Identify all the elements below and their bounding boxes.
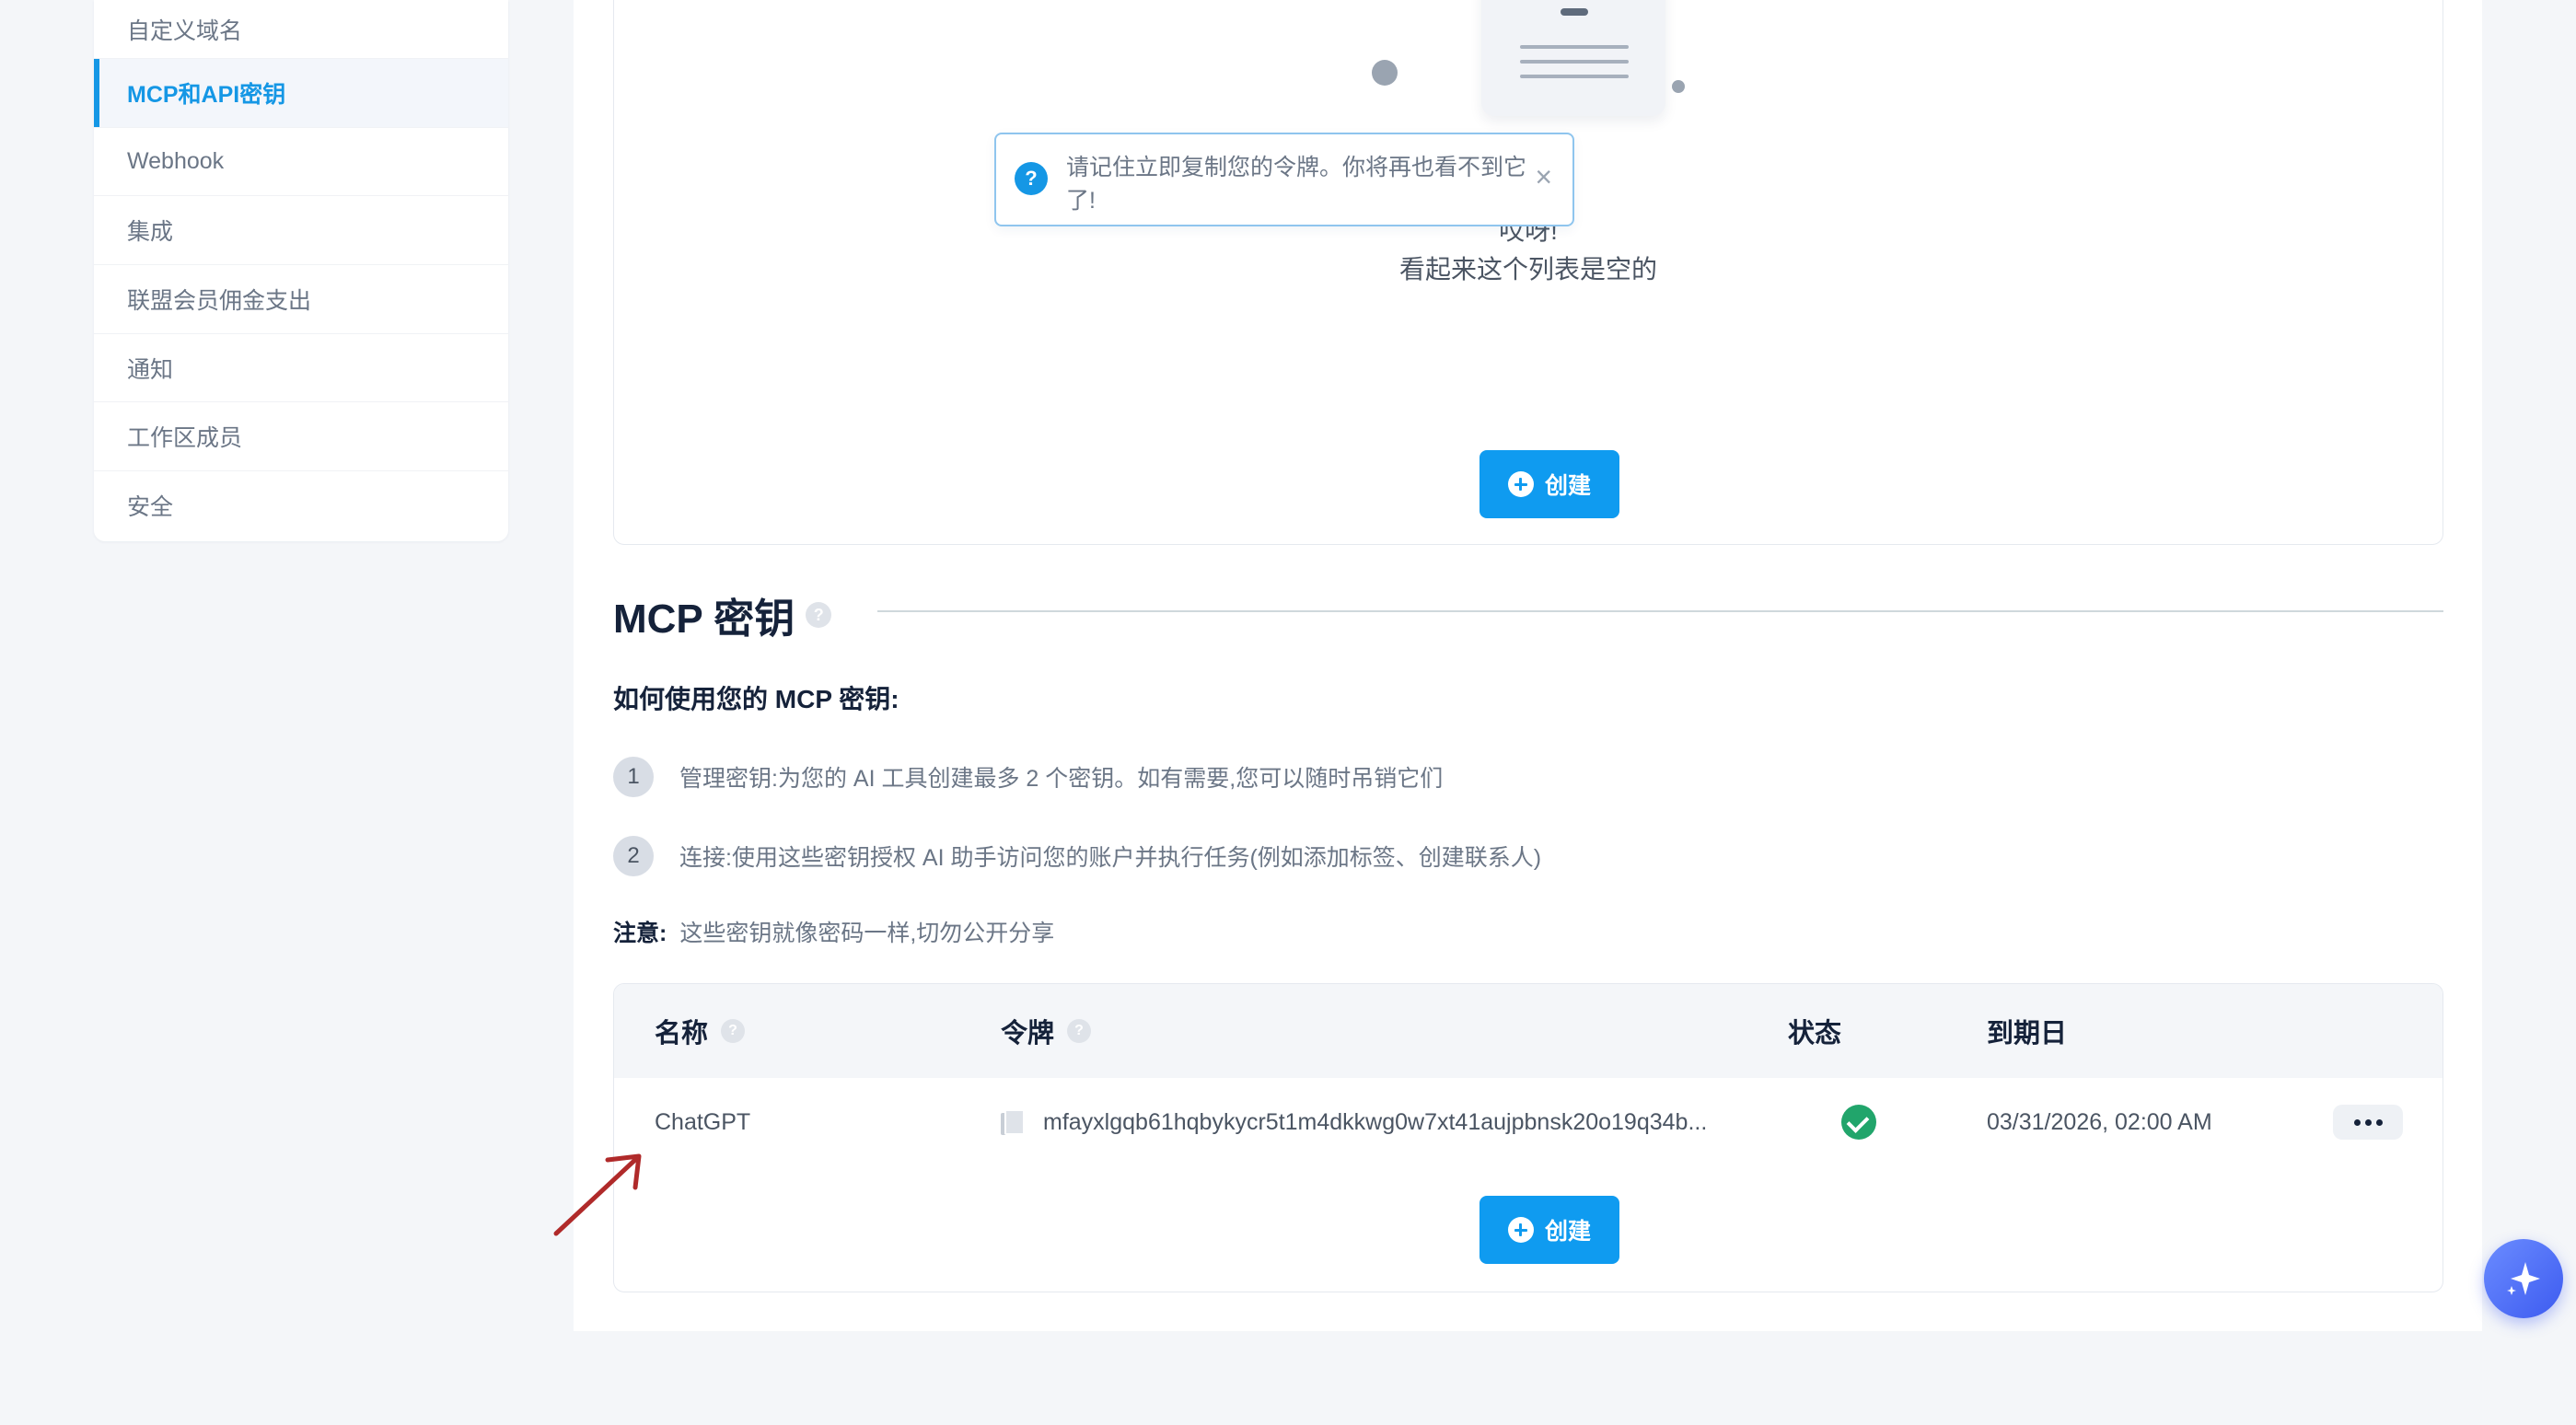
step-number: 1 [613,757,654,797]
token-value[interactable]: mfayxlgqb61hqbykycr5t1m4dkkwg0w7xt41aujp… [1043,1109,1707,1136]
sidebar-item-integrations[interactable]: 集成 [94,196,508,266]
sidebar-item-webhook[interactable]: Webhook [94,128,508,197]
more-options-button[interactable] [2333,1105,2403,1140]
table-header: 名称 ? 令牌 ? 状态 到期日 [614,984,2443,1078]
sidebar-item-custom-domain[interactable]: 自定义域名 [94,0,508,59]
mcp-section-title: MCP 密钥 ? [613,585,832,644]
sidebar-item-mcp-api-keys[interactable]: MCP和API密钥 [94,59,508,128]
step-number: 2 [613,836,654,876]
main-panel: 哎呀! 看起来这个列表是空的 创建 ? 请记住立即复制您的令牌。你将再也看不到它… [574,0,2482,1331]
section-divider [877,610,2443,612]
step-text: 连接:使用这些密钥授权 AI 助手访问您的账户并执行任务(例如添加标签、创建联系… [679,845,1542,871]
api-keys-card: 哎呀! 看起来这个列表是空的 创建 [613,0,2443,545]
column-header-token: 令牌 ? [1001,1012,1092,1050]
table-row: ChatGPT mfayxlgqb61hqbykycr5t1m4dkkwg0w7… [614,1078,2443,1166]
settings-sidebar: 自定义域名 MCP和API密钥 Webhook 集成 联盟会员佣金支出 通知 工… [94,0,508,541]
ai-assistant-button[interactable] [2484,1239,2563,1318]
empty-document-illustration [1481,0,1665,116]
plus-circle-icon [1507,1217,1534,1243]
create-api-key-button[interactable]: 创建 [1479,450,1619,518]
note-text: 这些密钥就像密码一样,切勿公开分享 [679,921,1055,946]
toast-message: 请记住立即复制您的令牌。你将再也看不到它了! [1066,155,1527,214]
create-mcp-key-button[interactable]: 创建 [1479,1196,1619,1264]
sparkle-icon [2507,1262,2540,1295]
step-item: 2 连接:使用这些密钥授权 AI 助手访问您的账户并执行任务(例如添加标签、创建… [613,836,1541,876]
empty-state-subtitle: 看起来这个列表是空的 [1398,255,1657,284]
token-cell: mfayxlgqb61hqbykycr5t1m4dkkwg0w7xt41aujp… [1001,1078,1707,1166]
column-header-name: 名称 ? [655,1012,746,1050]
plus-circle-icon [1507,471,1534,497]
annotation-arrow-icon [553,1153,642,1236]
sidebar-item-security[interactable]: 安全 [94,471,508,540]
illustration-dot [1672,80,1685,93]
how-to-title: 如何使用您的 MCP 密钥: [613,685,899,713]
illustration-dot [1372,60,1398,86]
create-button-label: 创建 [1544,473,1591,499]
security-note: 注意: 这些密钥就像密码一样,切勿公开分享 [613,915,1054,948]
help-icon[interactable]: ? [721,1019,746,1043]
close-icon[interactable]: × [1535,162,1552,191]
sidebar-item-affiliate-payouts[interactable]: 联盟会员佣金支出 [94,265,508,334]
column-header-expiry: 到期日 [1987,1019,2068,1048]
note-label: 注意: [613,921,667,946]
check-circle-icon [1841,1105,1876,1140]
column-header-status: 状态 [1788,1019,1842,1048]
create-button-label: 创建 [1544,1219,1591,1245]
expiry-date: 03/31/2026, 02:00 AM [1987,1108,2212,1135]
mcp-title-text: MCP 密钥 [613,597,795,642]
sidebar-item-workspace-members[interactable]: 工作区成员 [94,402,508,472]
step-text: 管理密钥:为您的 AI 工具创建最多 2 个密钥。如有需要,您可以随时吊销它们 [679,766,1444,792]
mcp-keys-table: 名称 ? 令牌 ? 状态 到期日 ChatGPT mfayxlgqb61hqby… [613,983,2443,1292]
row-actions [2333,1078,2403,1166]
copy-token-toast: ? 请记住立即复制您的令牌。你将再也看不到它了! × [994,133,1574,226]
question-icon: ? [1015,162,1048,195]
copy-icon[interactable] [1001,1109,1025,1135]
status-cell [1841,1078,1876,1166]
sidebar-item-notifications[interactable]: 通知 [94,334,508,403]
key-name: ChatGPT [655,1108,751,1135]
step-item: 1 管理密钥:为您的 AI 工具创建最多 2 个密钥。如有需要,您可以随时吊销它… [613,757,1443,797]
help-icon[interactable]: ? [1067,1019,1092,1043]
help-icon[interactable]: ? [806,602,832,628]
